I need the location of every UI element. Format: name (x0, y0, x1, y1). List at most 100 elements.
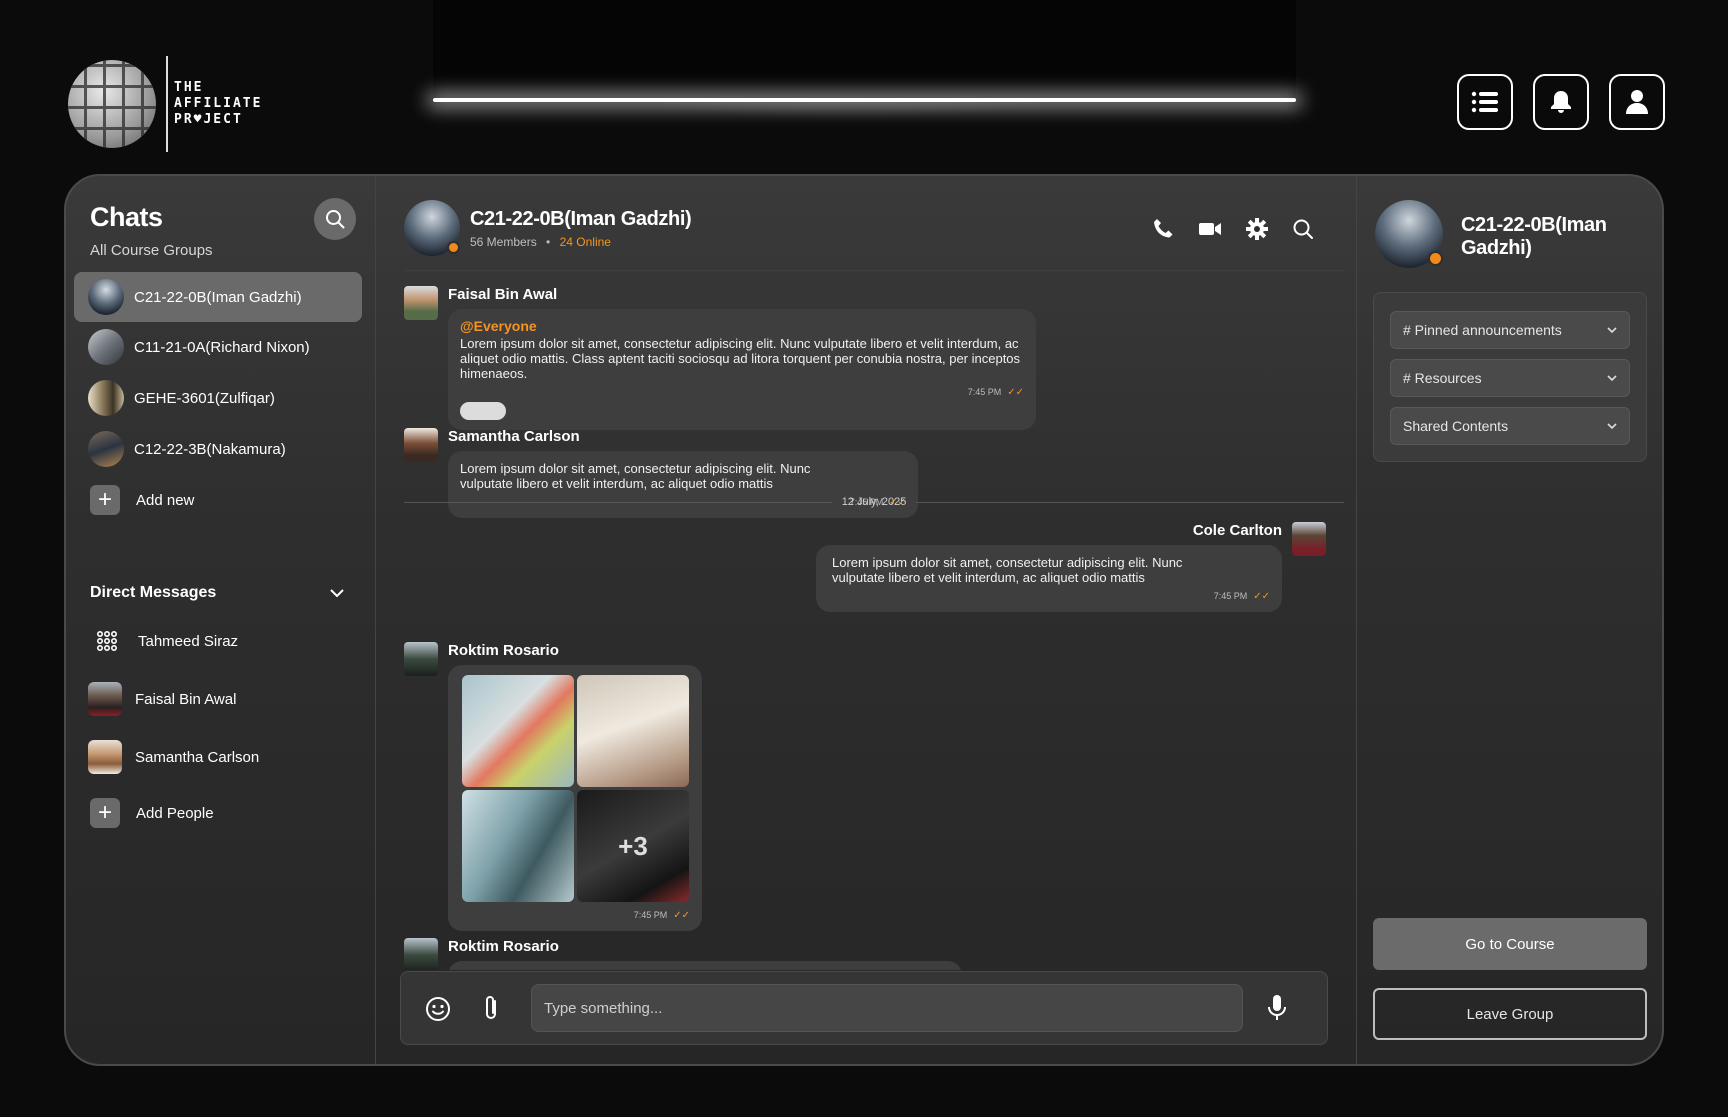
search-icon (326, 210, 345, 229)
chat-header: C21-22-0B(Iman Gadzhi) 56 Members • 24 O… (404, 200, 692, 256)
search-icon[interactable] (1292, 218, 1314, 240)
header-divider (404, 270, 1344, 271)
online-count: 24 Online (559, 234, 611, 249)
notifications-button[interactable] (1533, 74, 1589, 130)
dm-item[interactable]: Samantha Carlson (74, 732, 362, 782)
brand-line-2: AFFILIATE (174, 96, 263, 111)
pinned-announcements-dropdown[interactable]: # Pinned announcements (1390, 311, 1630, 349)
add-people-button[interactable]: + Add People (74, 788, 362, 838)
message-time-row: 7:45 PM ✓✓ (462, 908, 690, 923)
group-avatar (404, 200, 460, 256)
sender-name: Cole Carlton (1192, 522, 1282, 539)
image-whiteboard-hand[interactable] (462, 790, 574, 902)
bell-icon (1551, 91, 1571, 113)
image-more-preview[interactable]: +3 (577, 790, 689, 902)
dm-item[interactable]: Faisal Bin Awal (74, 674, 362, 724)
go-to-course-button[interactable]: Go to Course (1373, 918, 1647, 970)
mention-tag[interactable]: @Everyone (460, 319, 1024, 334)
sender-name: Roktim Rosario (448, 938, 559, 955)
image-notebook-glasses[interactable] (577, 675, 689, 787)
direct-messages-header[interactable]: Direct Messages (90, 584, 344, 602)
lamp-light (433, 98, 1296, 102)
group-item[interactable]: GEHE-3601(Zulfiqar) (74, 373, 362, 423)
double-check-icon: ✓✓ (1007, 387, 1024, 398)
group-item[interactable]: C12-22-3B(Nakamura) (74, 424, 362, 474)
leave-group-button[interactable]: Leave Group (1373, 988, 1647, 1040)
reaction-pill[interactable] (460, 402, 506, 420)
message-text: Lorem ipsum dolor sit amet, consectetur … (460, 461, 811, 491)
globe-logo-icon (68, 60, 156, 148)
user-icon (1626, 90, 1648, 114)
chevron-down-icon (330, 588, 344, 597)
message-bubble[interactable] (448, 961, 962, 970)
message-time-row: 7:45 PM ✓✓ (460, 385, 1024, 400)
message-input[interactable] (531, 984, 1243, 1032)
group-label: C12-22-3B(Nakamura) (134, 440, 286, 458)
chevron-down-icon (1607, 326, 1617, 333)
chat-panel: C21-22-0B(Iman Gadzhi) 56 Members • 24 O… (376, 176, 1356, 1064)
meta-separator: • (546, 234, 551, 249)
phone-icon[interactable] (1152, 218, 1174, 240)
message-text: Lorem ipsum dolor sit amet, consectetur … (832, 555, 1183, 585)
resources-dropdown[interactable]: # Resources (1390, 359, 1630, 397)
gear-icon[interactable] (1246, 218, 1268, 240)
image-message-bubble: +3 7:45 PM ✓✓ (448, 665, 702, 931)
group-info-panel: C21-22-0B(Iman Gadzhi) # Pinned announce… (1356, 176, 1662, 1064)
online-dot (1428, 251, 1443, 266)
sender-avatar (404, 642, 438, 676)
logo-divider (166, 56, 168, 152)
menu-button[interactable] (1457, 74, 1513, 130)
dm-avatar (88, 740, 122, 774)
sender-avatar (404, 938, 438, 970)
group-item-active[interactable]: C21-22-0B(Iman Gadzhi) (74, 272, 362, 322)
message-time: 7:45 PM (1213, 591, 1248, 601)
dm-avatar (88, 682, 122, 716)
message-bubble[interactable]: Lorem ipsum dolor sit amet, consectetur … (816, 545, 1282, 612)
message-time-row: 7:45 PM ✓✓ (832, 589, 1270, 604)
double-check-icon: ✓✓ (1253, 591, 1270, 602)
info-group-avatar (1375, 200, 1443, 268)
emoji-icon[interactable] (425, 996, 451, 1022)
shared-contents-dropdown[interactable]: Shared Contents (1390, 407, 1630, 445)
online-dot (447, 241, 460, 254)
message-text: Lorem ipsum dolor sit amet, consectetur … (460, 336, 1021, 381)
dm-item[interactable]: Tahmeed Siraz (74, 616, 362, 666)
dropdown-label: Shared Contents (1403, 418, 1509, 434)
search-chats-button[interactable] (314, 198, 356, 240)
group-avatar (88, 431, 124, 467)
profile-button[interactable] (1609, 74, 1665, 130)
add-new-group-button[interactable]: + Add new (74, 475, 362, 525)
plus-icon: + (90, 798, 120, 828)
microphone-icon[interactable] (1267, 994, 1287, 1022)
chat-header-actions (1152, 218, 1314, 240)
dropdown-label: # Resources (1403, 370, 1482, 386)
more-images-count: +3 (618, 830, 648, 861)
attachment-icon[interactable] (483, 994, 501, 1022)
dm-label: Samantha Carlson (135, 748, 260, 766)
group-item[interactable]: C11-21-0A(Richard Nixon) (74, 322, 362, 372)
date-label: 12 July, 2025 (841, 496, 907, 508)
chats-subtitle: All Course Groups (90, 242, 213, 259)
main-card: Chats All Course Groups C21-22-0B(Iman G… (64, 174, 1664, 1066)
message-bubble[interactable]: @Everyone Lorem ipsum dolor sit amet, co… (448, 309, 1036, 430)
sender-avatar (404, 286, 438, 320)
brand-logo[interactable]: THE AFFILIATE PR♥JECT (68, 56, 262, 152)
message-own: Cole Carlton Lorem ipsum dolor sit amet,… (816, 522, 1326, 612)
chevron-down-icon (1607, 422, 1617, 429)
group-label: C11-21-0A(Richard Nixon) (134, 338, 310, 356)
group-avatar (88, 329, 124, 365)
divider-line (404, 501, 832, 503)
group-avatar (88, 380, 124, 416)
message-time: 7:45 PM (633, 910, 668, 920)
brand-line-1: THE (174, 80, 204, 95)
info-sections: # Pinned announcements # Resources Share… (1373, 292, 1647, 462)
sender-name: Roktim Rosario (448, 642, 559, 659)
chats-sidebar: Chats All Course Groups C21-22-0B(Iman G… (66, 176, 376, 1064)
date-divider: 12 July, 2025 (404, 496, 1344, 508)
add-people-label: Add People (136, 804, 214, 822)
chat-group-name: C21-22-0B(Iman Gadzhi) (470, 207, 692, 230)
message-list: Faisal Bin Awal @Everyone Lorem ipsum do… (404, 276, 1344, 970)
video-icon[interactable] (1198, 218, 1222, 240)
image-sticky-notes[interactable] (462, 675, 574, 787)
message: Roktim Rosario +3 7:45 PM ✓✓ (404, 642, 702, 931)
